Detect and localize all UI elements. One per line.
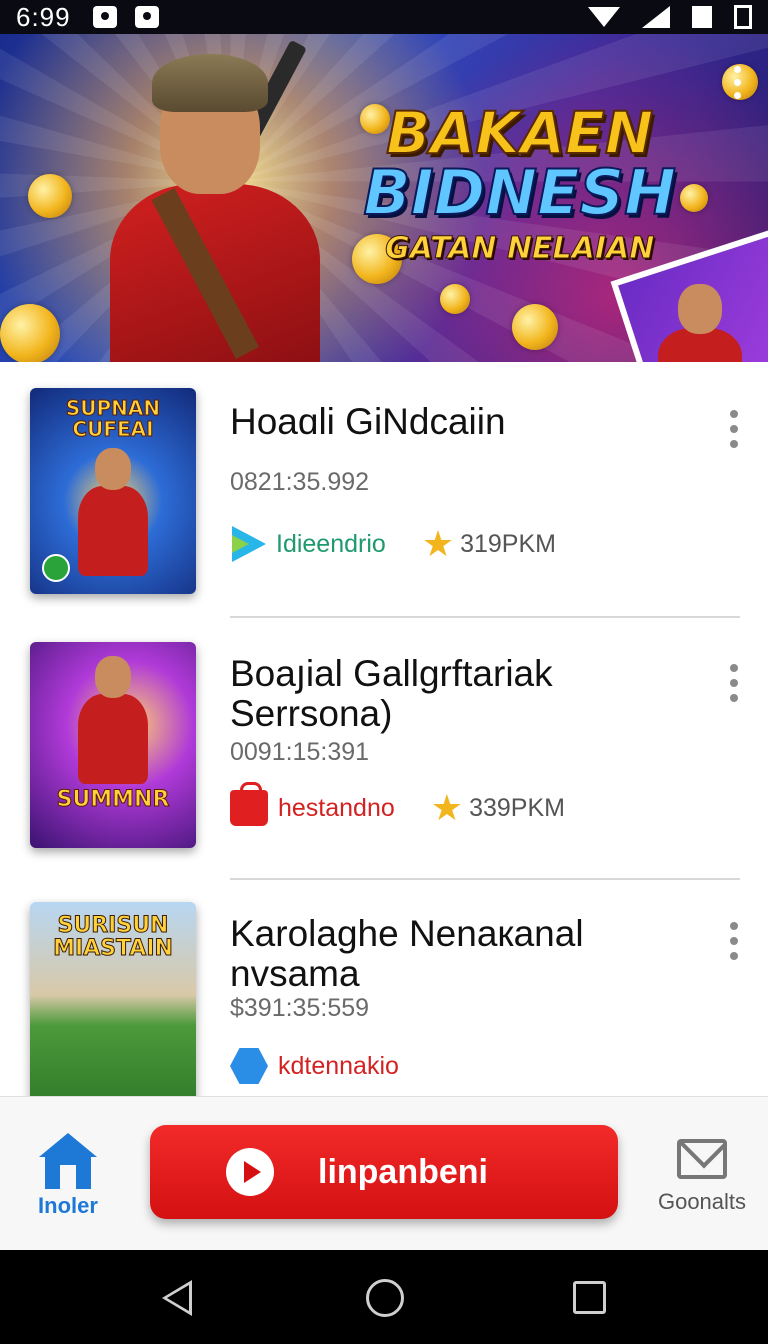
hero-character — [90, 39, 350, 362]
hex-icon — [230, 1048, 268, 1084]
item-more-icon[interactable] — [730, 664, 738, 709]
cta-label: linpanbeni — [318, 1152, 488, 1191]
nav-goals-label: Goonalts — [657, 1189, 747, 1214]
mini-hero-character — [658, 284, 742, 362]
hero-banner[interactable]: BAKAEN BIDNESH GATAN NELAIAN — [0, 34, 768, 362]
thumbnail-character — [78, 448, 148, 588]
star-icon: ★ — [421, 523, 455, 564]
coin-decoration — [440, 284, 470, 314]
camera-notification-icon — [134, 6, 159, 28]
home-icon — [39, 1133, 97, 1189]
star-icon: ★ — [430, 787, 464, 828]
item-time: 0821:35.992 — [230, 468, 370, 496]
item-time: $391:35:559 — [230, 994, 370, 1022]
bag-icon — [230, 782, 268, 826]
item-rating: ★ 319PKM — [422, 526, 556, 562]
banner-more-icon[interactable] — [734, 66, 742, 105]
item-publisher[interactable]: Idieendrio — [276, 530, 386, 559]
game-list: SUPNAN CUFEAI Hoaɑli GiNdcaiin 0821:35.9… — [0, 362, 768, 1096]
item-more-icon[interactable] — [730, 410, 738, 455]
play-icon — [226, 1148, 274, 1196]
coin-decoration — [512, 304, 558, 350]
item-publisher[interactable]: hestandno — [278, 794, 395, 823]
game-thumbnail[interactable]: SUMMNR — [30, 642, 196, 848]
coin-decoration — [680, 184, 708, 212]
thumbnail-character — [78, 656, 148, 796]
item-rating: ★ 339PKM — [431, 790, 565, 826]
item-time: 0091:15:391 — [230, 738, 370, 766]
banner-subtitle: GATAN NELAIAN — [385, 231, 655, 266]
item-title: Karolaghe Nenaкanal nvsama — [230, 913, 584, 994]
system-nav-bar — [0, 1250, 768, 1344]
play-cta-button[interactable]: linpanbeni — [150, 1125, 618, 1219]
status-time: 6:99 — [16, 1, 71, 32]
home-circle-icon[interactable] — [366, 1279, 404, 1317]
nav-home[interactable]: Inoler — [30, 1133, 106, 1219]
thumbnail-title: SURISUN MIASTAIN — [53, 913, 174, 962]
banner-title-line2: BIDNESH — [362, 156, 677, 229]
item-publisher[interactable]: kdtennakio — [278, 1052, 399, 1081]
play-store-icon — [230, 526, 266, 562]
coin-decoration — [28, 174, 72, 218]
item-more-icon[interactable] — [730, 922, 738, 967]
list-item[interactable]: SUMMNR Boaյial Gallgrftariak Serrsona) 0… — [0, 618, 768, 880]
nav-goals[interactable]: Goonalts — [654, 1139, 750, 1215]
item-title: Boaյial Gallgrftariak Serrsona) — [230, 653, 553, 734]
banner-title: BAKAEN BIDNESH GATAN NELAIAN — [362, 99, 677, 266]
bottom-nav: Inoler linpanbeni Goonalts — [0, 1096, 768, 1250]
thumbnail-badge-icon — [42, 554, 70, 582]
thumbnail-title: SUPNAN CUFEAI — [65, 396, 161, 441]
item-meta: kdtennakio — [230, 1048, 399, 1084]
item-meta: hestandno ★ 339PKM — [230, 782, 565, 826]
recents-icon[interactable] — [573, 1281, 606, 1314]
mail-icon — [677, 1139, 727, 1179]
game-thumbnail[interactable]: SURISUN MIASTAIN — [30, 902, 196, 1096]
item-meta: Idieendrio ★ 319PKM — [230, 526, 556, 562]
media-notification-icon — [92, 6, 117, 28]
list-item[interactable]: SURISUN MIASTAIN Karolaghe Nenaкanal nvs… — [0, 880, 768, 1096]
banner-title-line1: BAKAEN — [385, 99, 654, 167]
rating-value: 339PKM — [469, 793, 565, 822]
coin-decoration — [0, 304, 60, 362]
wifi-icon — [588, 7, 620, 27]
sim-icon — [692, 6, 712, 28]
nav-home-label: Inoler — [38, 1193, 98, 1218]
signal-icon — [642, 6, 670, 28]
list-item[interactable]: SUPNAN CUFEAI Hoaɑli GiNdcaiin 0821:35.9… — [0, 362, 768, 618]
rating-value: 319PKM — [460, 529, 556, 558]
thumbnail-title: SUMMNR — [56, 787, 170, 812]
game-thumbnail[interactable]: SUPNAN CUFEAI — [30, 388, 196, 594]
item-title: Hoaɑli GiNdcaiin — [230, 401, 506, 442]
battery-icon — [734, 5, 752, 29]
back-icon[interactable] — [162, 1280, 192, 1316]
status-bar: 6:99 — [0, 0, 768, 34]
